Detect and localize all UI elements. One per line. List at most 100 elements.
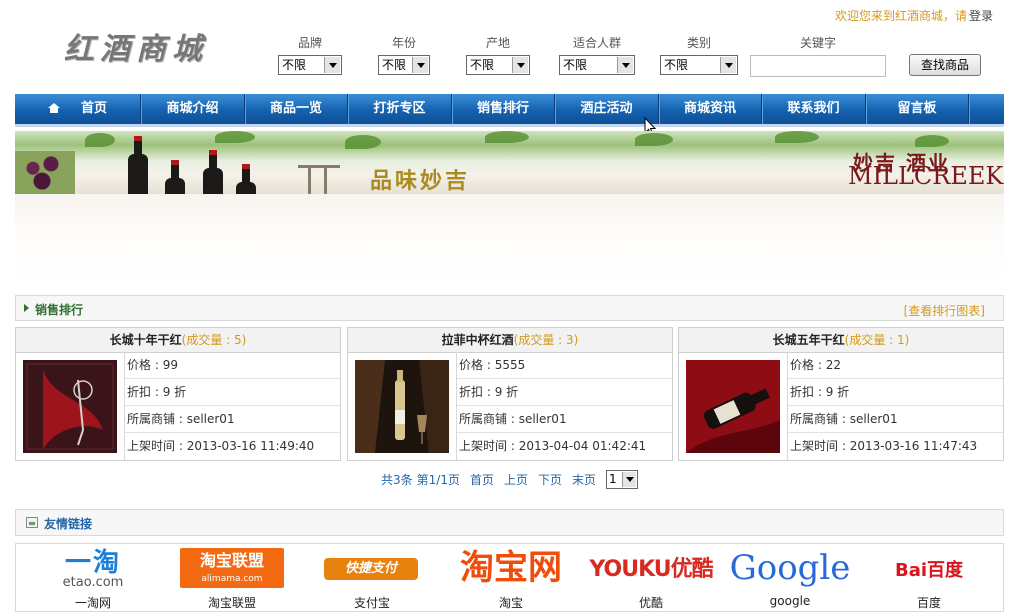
leaf-decoration [345, 135, 381, 149]
nav-item-products[interactable]: 商品一览 [245, 94, 348, 124]
view-ranking-chart-link[interactable]: [查看排行图表] [904, 302, 985, 319]
discount-value: 9 折 [494, 385, 519, 399]
nav-item-about[interactable]: 商城介绍 [141, 94, 245, 124]
filter-year-select[interactable]: 不限 [378, 55, 430, 75]
friend-link-caption: 一淘网 [74, 596, 111, 610]
chevron-down-icon [622, 472, 636, 487]
shop-row: 所属商铺 : seller01 [788, 406, 1003, 433]
friend-link-etao[interactable]: 一淘 etao.com 一淘网 [23, 544, 163, 613]
listed-row: 上架时间 : 2013-04-04 01:42:41 [457, 433, 672, 460]
keyword-input-box[interactable] [750, 55, 886, 77]
listed-value: 2013-04-04 01:42:41 [518, 439, 647, 453]
shop-label: 所属商铺 : [127, 412, 187, 426]
section-title: 销售排行 [35, 303, 84, 317]
alimama-logo: 淘宝联盟 alimama.com [180, 548, 284, 588]
keyword-label: 关键字 [799, 36, 836, 50]
friend-link-taobao[interactable]: 淘宝网 淘宝 [441, 544, 581, 613]
login-link[interactable]: 登录 [969, 9, 993, 23]
filter-category-select[interactable]: 不限 [660, 55, 738, 75]
pagination-first[interactable]: 首页 [470, 473, 494, 487]
google-logo: Google [729, 548, 851, 588]
alipay-logo: 快捷支付 [324, 558, 418, 580]
friend-link-alimama[interactable]: 淘宝联盟 alimama.com 淘宝联盟 [162, 544, 302, 613]
friend-link-caption: 支付宝 [353, 596, 390, 610]
filter-origin-value: 不限 [470, 58, 495, 72]
product-card-header[interactable]: 长城五年干红(成交量 : 1) [679, 328, 1003, 353]
home-icon [47, 103, 60, 113]
site-logo[interactable]: 红酒商城 [64, 24, 208, 68]
filter-origin-select[interactable]: 不限 [466, 55, 530, 75]
search-button[interactable]: 查找商品 [909, 54, 981, 76]
bottle-image [236, 164, 256, 194]
listed-label: 上架时间 : [790, 439, 850, 453]
nav-item-ranking[interactable]: 销售排行 [452, 94, 555, 124]
promo-banner[interactable]: 品味妙吉 妙吉 酒业 MILLCREEK [15, 131, 1004, 194]
friend-links-logos: 一淘 etao.com 一淘网 淘宝联盟 alimama.com 淘宝联盟 快捷… [15, 543, 1004, 612]
price-row: 价格 : 5555 [457, 352, 672, 379]
listed-row: 上架时间 : 2013-03-16 11:47:43 [788, 433, 1003, 460]
product-card-header[interactable]: 长城十年干红(成交量 : 5) [16, 328, 340, 353]
alimama-logo-text: 淘宝联盟 [199, 551, 264, 570]
shop-label: 所属商铺 : [790, 412, 850, 426]
friend-link-alipay[interactable]: 快捷支付 支付宝 [302, 544, 442, 613]
baidu-logo: Bai百度 [894, 560, 964, 581]
product-image[interactable] [355, 360, 449, 453]
section-title: 友情链接 [44, 517, 93, 531]
leaf-decoration [485, 131, 529, 143]
keyword-input[interactable] [751, 56, 885, 76]
leaf-decoration [215, 131, 255, 143]
bottle-image [203, 150, 223, 194]
listed-label: 上架时间 : [127, 439, 187, 453]
discount-label: 折扣 : [790, 385, 826, 399]
listed-row: 上架时间 : 2013-03-16 11:49:40 [125, 433, 340, 460]
pagination-last[interactable]: 末页 [572, 473, 596, 487]
friend-links-header: 友情链接 [15, 509, 1004, 536]
product-image[interactable] [23, 360, 117, 453]
friend-link-youku[interactable]: YOUKU优酷 优酷 [581, 544, 721, 613]
price-value: 22 [825, 358, 841, 372]
price-row: 价格 : 22 [788, 352, 1003, 379]
nav-item-guestbook[interactable]: 留言板 [866, 94, 969, 124]
discount-label: 折扣 : [127, 385, 163, 399]
product-image[interactable] [686, 360, 780, 453]
etao-logo: 一淘 etao.com [41, 550, 145, 590]
filter-audience-select[interactable]: 不限 [559, 55, 635, 75]
pagination-next[interactable]: 下页 [538, 473, 562, 487]
nav-item-discounts[interactable]: 打折专区 [348, 94, 452, 124]
chevron-down-icon [324, 57, 340, 73]
friend-link-google[interactable]: Google google [720, 544, 860, 613]
ranking-section-header: 销售排行 [查看排行图表] [15, 295, 1004, 321]
leaf-decoration [85, 133, 115, 147]
chevron-down-icon [720, 57, 736, 73]
nav-item-news[interactable]: 商城资讯 [659, 94, 762, 124]
listed-label: 上架时间 : [459, 439, 519, 453]
pagination-page: 第1/1页 [416, 473, 460, 487]
filter-label-audience: 适合人群 [572, 36, 621, 50]
product-card: 拉菲中杯红酒(成交量 : 3) 价格 : 5555 折扣 : 9 折 所属商铺 … [347, 327, 673, 461]
welcome-bar: 欢迎您来到红酒商城，请 登录 [835, 7, 993, 24]
product-name: 拉菲中杯红酒 [441, 333, 514, 347]
banner-title: 品味妙吉 [370, 168, 471, 194]
main-nav: 首页 商城介绍 商品一览 打折专区 销售排行 酒庄活动 商城资讯 联系我们 留言… [15, 94, 1004, 127]
discount-row: 折扣 : 9 折 [788, 379, 1003, 406]
discount-label: 折扣 : [459, 385, 495, 399]
triangle-right-icon [24, 304, 29, 312]
nav-item-contact[interactable]: 联系我们 [762, 94, 866, 124]
pagination-prev[interactable]: 上页 [504, 473, 528, 487]
nav-item-home[interactable]: 首页 [15, 94, 141, 124]
page-select[interactable]: 1 [606, 470, 638, 489]
filter-label-brand: 品牌 [297, 36, 322, 50]
etao-logo-sub: etao.com [62, 575, 124, 590]
shop-row: 所属商铺 : seller01 [457, 406, 672, 433]
filter-brand-select[interactable]: 不限 [278, 55, 342, 75]
filter-audience-value: 不限 [563, 58, 588, 72]
taobao-logo: 淘宝网 [460, 548, 562, 588]
winery-mark-icon [298, 165, 340, 194]
filter-year-value: 不限 [382, 58, 407, 72]
friend-link-baidu[interactable]: Bai百度 百度 [859, 544, 999, 613]
brand-logo-en: MILLCREEK [848, 162, 1004, 190]
chevron-down-icon [617, 57, 633, 73]
listed-value: 2013-03-16 11:49:40 [186, 439, 315, 453]
listed-value: 2013-03-16 11:47:43 [849, 439, 978, 453]
product-card-header[interactable]: 拉菲中杯红酒(成交量 : 3) [348, 328, 672, 353]
